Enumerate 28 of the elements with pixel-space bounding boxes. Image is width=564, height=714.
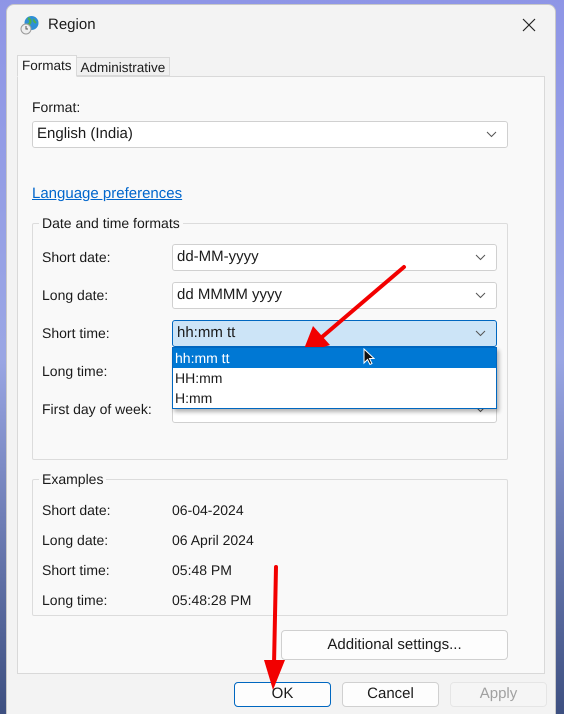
example-value: 06-04-2024 (172, 500, 244, 520)
field-label: Long date: (42, 286, 108, 305)
link[interactable]: Language preferences (32, 185, 182, 203)
dialog-button[interactable]: Cancel (342, 682, 439, 707)
example-value: 05:48:28 PM (172, 590, 252, 610)
field-label: First day of week: (42, 400, 152, 419)
field-label: Short time: (42, 324, 110, 343)
dialog-button[interactable]: OK (234, 682, 331, 707)
example-value: 05:48 PM (172, 560, 232, 580)
field-label: Short date: (42, 248, 110, 267)
window-title: Region (48, 14, 96, 35)
field-label: Long time: (42, 362, 108, 381)
example-label: Short time: (42, 560, 111, 580)
dropdown-field[interactable]: English (India) (32, 121, 508, 148)
example-value: 06 April 2024 (172, 530, 254, 550)
dropdown-option[interactable]: hh:mm tt (173, 348, 496, 368)
example-label: Long date: (42, 530, 110, 550)
example-label: Short date: (42, 500, 112, 520)
additional-settings-button[interactable]: Additional settings... (281, 630, 508, 660)
tab[interactable]: Formats (17, 55, 77, 77)
dropdown-field[interactable]: dd MMMM yyyy (172, 282, 497, 309)
tab[interactable]: Administrative (76, 57, 170, 76)
dropdown-field[interactable]: hh:mm tt (172, 320, 497, 347)
field-label: Format: (32, 98, 80, 116)
dropdown-option[interactable]: H:mm (173, 388, 496, 408)
dropdown-field[interactable]: dd-MM-yyyy (172, 244, 497, 271)
example-label: Long time: (42, 590, 108, 610)
dropdown-option[interactable]: HH:mm (173, 368, 496, 388)
